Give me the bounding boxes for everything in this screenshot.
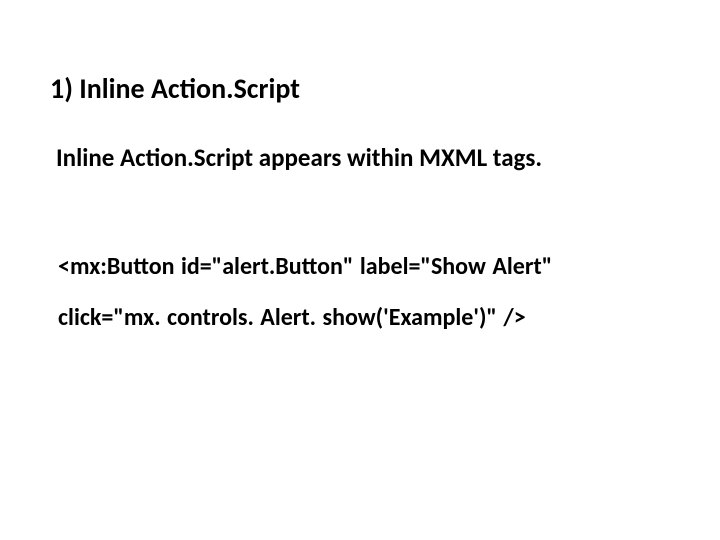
section-heading: 1) Inline Action.Script <box>50 72 660 106</box>
slide: 1) Inline Action.Script Inline Action.Sc… <box>0 0 720 540</box>
spacer <box>50 173 660 251</box>
code-example-line-1: <mx:Button id="alert.Button" label="Show… <box>58 251 660 282</box>
description-text: Inline Action.Script appears within MXML… <box>56 142 660 173</box>
code-example-line-2: click="mx. controls. Alert. show('Exampl… <box>58 302 660 333</box>
